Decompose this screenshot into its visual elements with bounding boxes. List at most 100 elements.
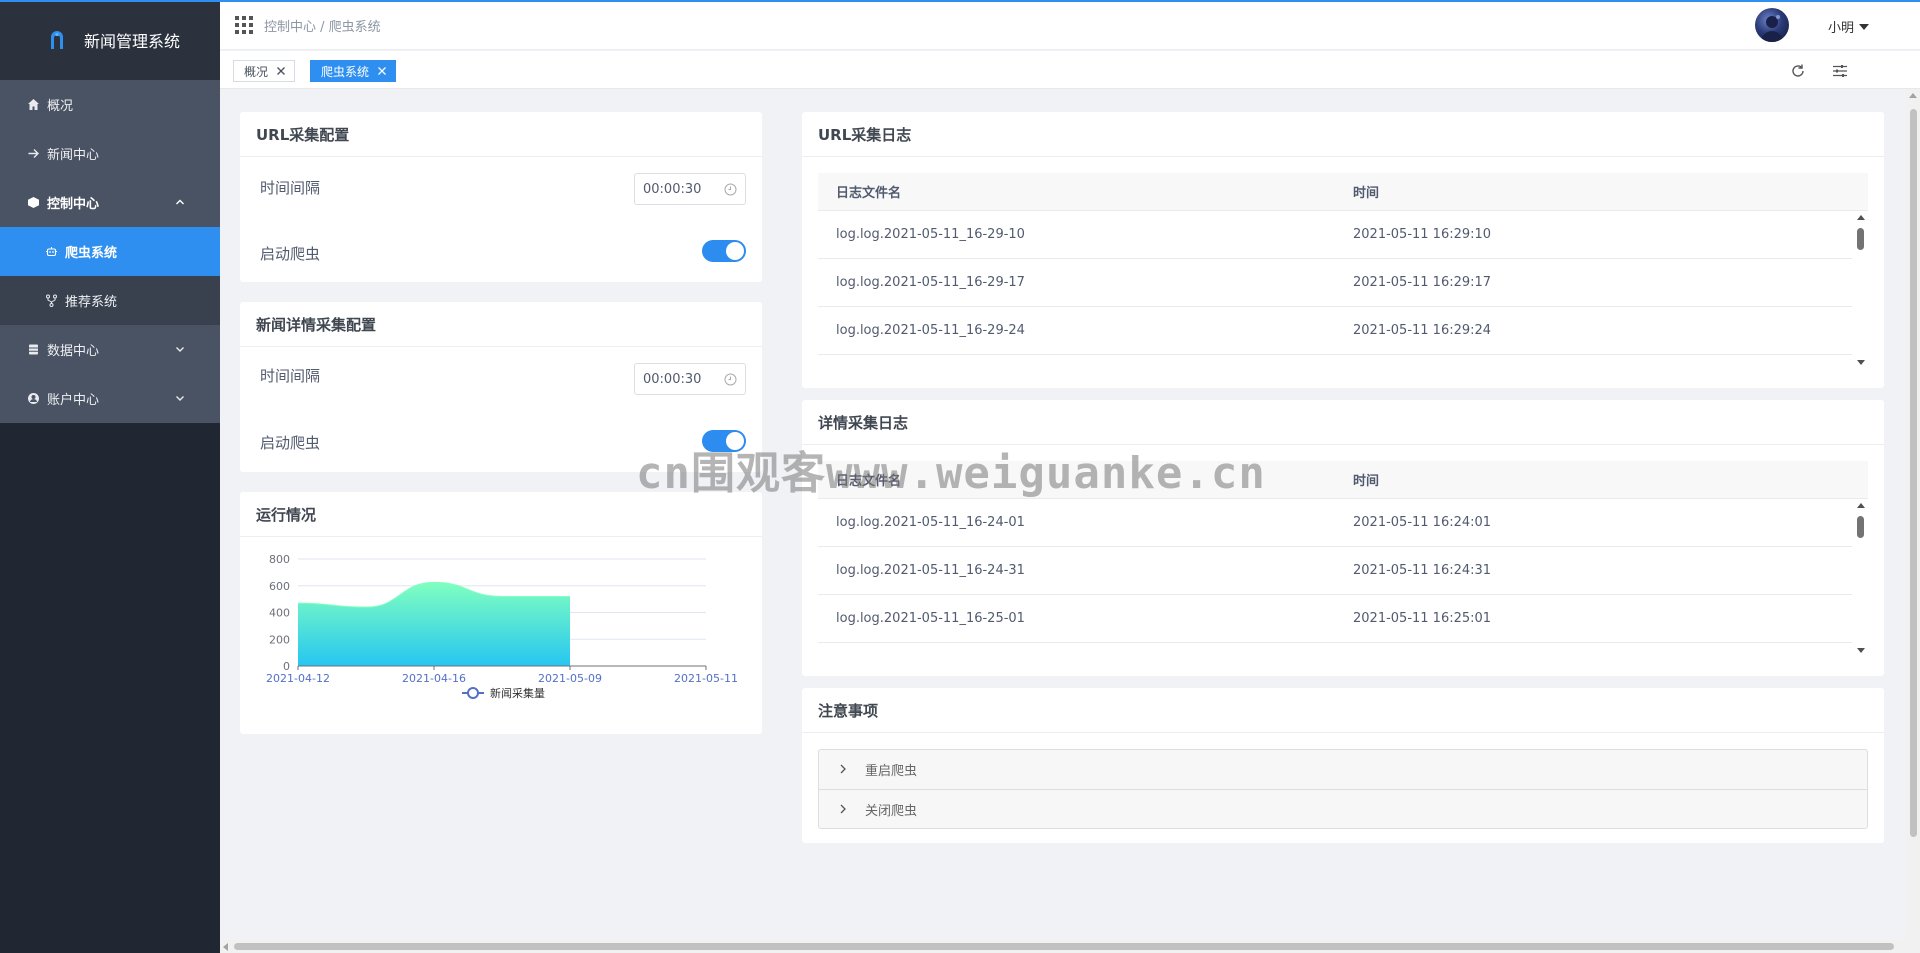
scroll-up-icon[interactable] (1857, 503, 1865, 508)
scroll-thumb[interactable] (1857, 516, 1864, 538)
sidebar-item-label: 推荐系统 (65, 295, 118, 310)
arrow-right-icon (26, 147, 40, 161)
sidebar-item-label: 控制中心 (47, 197, 100, 212)
avatar[interactable] (1755, 8, 1789, 42)
url-crawler-toggle[interactable] (702, 240, 746, 262)
collapse-panel-stop[interactable]: 关闭爬虫 (819, 789, 1867, 828)
close-icon[interactable] (377, 66, 387, 76)
interval-label: 时间间隔 (260, 367, 321, 385)
sidebar-item-news-center[interactable]: 新闻中心 (0, 129, 220, 178)
toggle-knob (726, 242, 744, 260)
url-log-table: 日志文件名 时间 log.log.2021-05-11_16-29-10 2021… (818, 173, 1868, 369)
url-log-card: URL采集日志 日志文件名 时间 log.log.2021-05-11_16-2… (802, 112, 1884, 388)
card-title: URL采集配置 (240, 112, 762, 157)
page-vertical-scrollbar[interactable] (1906, 89, 1920, 940)
clock-icon (724, 183, 737, 196)
scroll-up-icon[interactable] (1857, 215, 1865, 220)
table-header: 日志文件名 时间 (818, 173, 1868, 211)
y-tick-label: 800 (269, 553, 290, 566)
chevron-right-icon (840, 804, 846, 814)
sidebar-menu: 概况 新闻中心 控制中心 爬虫系统 推荐系统 数据中心 账户中心 (0, 80, 220, 423)
card-title: 新闻详情采集配置 (240, 302, 762, 347)
table-row[interactable]: log.log.2021-05-11_16-25-01 2021-05-11 16… (818, 595, 1852, 643)
tag-label: 爬虫系统 (321, 64, 370, 79)
tag-overview[interactable]: 概况 (233, 60, 296, 82)
sidebar-item-label: 账户中心 (47, 393, 100, 408)
detail-interval-time-picker[interactable]: 00:00:30 (634, 363, 746, 395)
home-icon (26, 98, 40, 112)
table-row[interactable]: log.log.2021-05-11_16-29-17 2021-05-11 16… (818, 259, 1852, 307)
panel-label: 关闭爬虫 (865, 803, 918, 819)
cell-time: 2021-05-11 16:29:10 (1353, 227, 1492, 242)
table-scrollbar[interactable] (1854, 499, 1868, 657)
scroll-thumb[interactable] (1857, 228, 1864, 250)
scroll-thumb[interactable] (1910, 109, 1917, 837)
cell-time: 2021-05-11 16:29:17 (1353, 275, 1492, 290)
x-tick-label: 2021-05-09 (538, 672, 602, 685)
username: 小明 (1828, 21, 1855, 36)
breadcrumb: 控制中心 / 爬虫系统 (264, 20, 381, 35)
brand[interactable]: 新闻管理系统 (0, 0, 220, 80)
chart-area: 0 200 400 600 800 2021-04-12 2021-04-16 2021-05… (240, 537, 762, 732)
table-row[interactable]: log.log.2021-05-11_16-24-01 2021-05-11 16… (818, 499, 1852, 547)
scroll-down-icon[interactable] (1857, 648, 1865, 653)
sidebar: 新闻管理系统 概况 新闻中心 控制中心 爬虫系统 推荐系统 数据中心 账户中心 (0, 0, 220, 953)
scroll-thumb[interactable] (234, 943, 1894, 950)
watermark: cn围观客www.weiguanke.cn (636, 448, 1266, 499)
user-menu[interactable]: 小明 (1828, 17, 1870, 36)
logo-icon (51, 31, 63, 49)
notes-card: 注意事项 重启爬虫 关闭爬虫 (802, 688, 1884, 843)
robot-icon (44, 245, 58, 259)
apps-grid-icon[interactable] (234, 15, 254, 35)
close-icon[interactable] (276, 66, 286, 76)
top-accent-line (0, 0, 1920, 2)
collapse-panel-restart[interactable]: 重启爬虫 (819, 750, 1867, 789)
sidebar-item-control-center[interactable]: 控制中心 (0, 178, 220, 227)
page-horizontal-scrollbar[interactable] (220, 940, 1920, 953)
sidebar-item-label: 数据中心 (47, 344, 100, 359)
notes-collapse: 重启爬虫 关闭爬虫 (818, 749, 1868, 829)
sidebar-item-crawler-system[interactable]: 爬虫系统 (0, 227, 220, 276)
scroll-down-icon[interactable] (1857, 360, 1865, 365)
table-row[interactable]: log.log.2021-05-11_16-24-31 2021-05-11 16… (818, 547, 1852, 595)
table-body[interactable]: log.log.2021-05-11_16-24-01 2021-05-11 16… (818, 499, 1868, 657)
table-body[interactable]: log.log.2021-05-11_16-29-10 2021-05-11 16… (818, 211, 1868, 369)
sidebar-item-account-center[interactable]: 账户中心 (0, 374, 220, 423)
card-title: URL采集日志 (802, 112, 1884, 157)
card-title: 注意事项 (802, 688, 1884, 733)
interval-label: 时间间隔 (260, 179, 321, 197)
chevron-up-icon (176, 199, 184, 205)
url-interval-time-picker[interactable]: 00:00:30 (634, 173, 746, 205)
cell-filename: log.log.2021-05-11_16-24-01 (836, 515, 1025, 530)
start-crawler-label: 启动爬虫 (260, 245, 321, 263)
column-header-time: 时间 (1353, 474, 1380, 489)
series-area (298, 582, 570, 666)
cell-time: 2021-05-11 16:25:01 (1353, 611, 1492, 626)
tag-crawler-system[interactable]: 爬虫系统 (310, 60, 397, 82)
refresh-icon[interactable] (1790, 63, 1806, 79)
table-row[interactable]: log.log.2021-05-11_16-29-24 2021-05-11 16… (818, 307, 1852, 355)
table-scrollbar[interactable] (1854, 211, 1868, 369)
sidebar-item-data-center[interactable]: 数据中心 (0, 325, 220, 374)
clock-icon (724, 373, 737, 386)
x-tick-label: 2021-04-16 (402, 672, 466, 685)
cell-time: 2021-05-11 16:24:01 (1353, 515, 1492, 530)
sidebar-item-label: 爬虫系统 (65, 246, 118, 261)
settings-sliders-icon[interactable] (1832, 63, 1848, 79)
cell-filename: log.log.2021-05-11_16-29-17 (836, 275, 1025, 290)
url-config-card: URL采集配置 时间间隔 00:00:30 启动爬虫 (240, 112, 762, 282)
chevron-right-icon (840, 764, 846, 774)
cube-icon (26, 196, 40, 210)
sidebar-item-recommend-system[interactable]: 推荐系统 (0, 276, 220, 325)
table-row[interactable]: log.log.2021-05-11_16-29-10 2021-05-11 16… (818, 211, 1852, 259)
sidebar-item-label: 概况 (47, 99, 74, 114)
sidebar-item-label: 新闻中心 (47, 148, 100, 163)
caret-down-icon (1859, 23, 1870, 30)
x-tick-label: 2021-05-11 (674, 672, 738, 685)
database-icon (26, 343, 40, 357)
scroll-left-icon[interactable] (223, 943, 228, 951)
y-tick-label: 600 (269, 580, 290, 593)
scroll-up-icon[interactable] (1909, 93, 1917, 98)
sidebar-item-overview[interactable]: 概况 (0, 80, 220, 129)
cell-time: 2021-05-11 16:24:31 (1353, 563, 1492, 578)
